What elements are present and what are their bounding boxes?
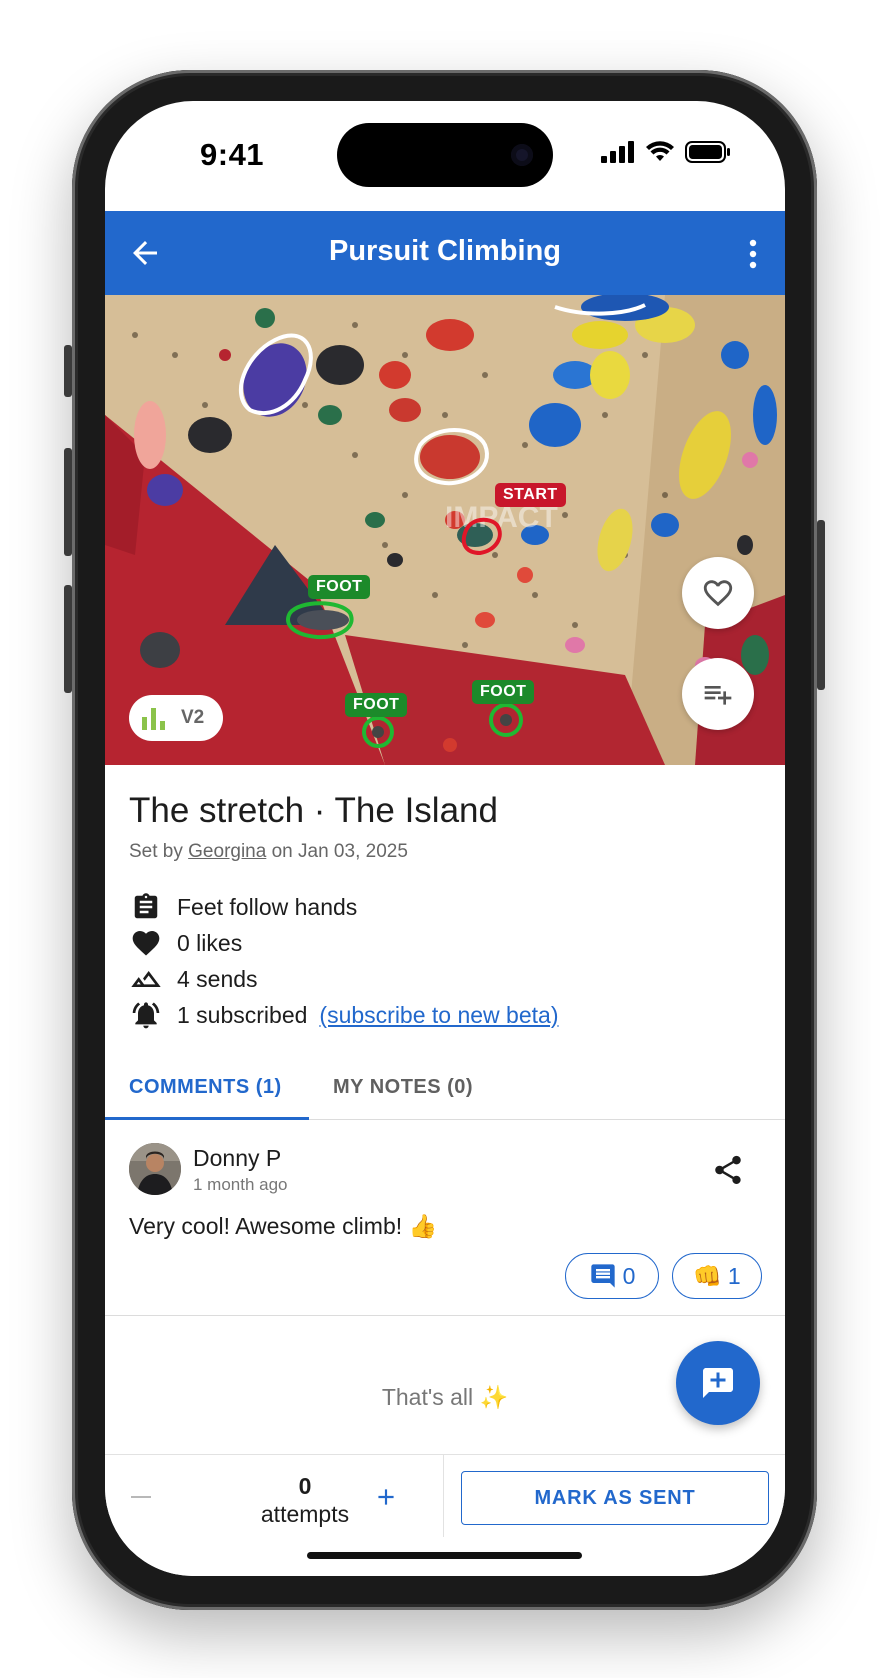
like-button[interactable] <box>682 557 754 629</box>
attempts-count: 0 <box>298 1473 312 1499</box>
subscribe-beta-link[interactable]: (subscribe to new beta) <box>319 1002 558 1029</box>
add-comment-icon <box>703 1368 733 1398</box>
more-vert-icon[interactable] <box>749 239 757 269</box>
set-by-prefix: Set by <box>129 841 183 862</box>
replies-count: 0 <box>622 1262 636 1289</box>
phone-power-button <box>817 520 825 690</box>
climb-title: The stretch · The Island <box>129 791 498 830</box>
heart-filled-icon <box>132 931 160 956</box>
dynamic-island <box>337 123 553 187</box>
app-title: Pursuit Climbing <box>329 235 561 267</box>
add-comment-button[interactable] <box>676 1341 760 1425</box>
climb-info: The stretch · The Island Set by Georgina… <box>129 791 769 1033</box>
signal-icon <box>601 141 634 163</box>
share-icon[interactable] <box>711 1153 745 1187</box>
active-tab-indicator <box>105 1117 309 1120</box>
start-hold-tag: START <box>495 483 566 507</box>
minus-icon[interactable] <box>129 1485 153 1509</box>
mountain-icon <box>131 971 161 987</box>
foot-hold-tag: FOOT <box>308 575 371 599</box>
fist-bump-button[interactable]: 👊 1 <box>672 1253 762 1299</box>
phone-silent-switch <box>64 345 72 397</box>
fact-rule: Feet follow hands <box>129 889 769 925</box>
heart-outline-icon <box>703 580 733 607</box>
fist-bump-icon: 👊 <box>693 1262 722 1289</box>
fist-bump-count: 1 <box>727 1262 741 1289</box>
bell-ring-icon <box>132 1002 160 1029</box>
attempts-label: attempts <box>260 1501 350 1527</box>
fact-likes: 0 likes <box>129 925 769 961</box>
app-bar: Pursuit Climbing <box>105 211 785 295</box>
comment-item: Donny P 1 month ago Very cool! Awesome c… <box>105 1121 785 1316</box>
status-bar: 9:41 <box>105 101 785 211</box>
set-date: on Jan 03, 2025 <box>271 841 408 862</box>
fact-sends-text: 4 sends <box>177 965 258 992</box>
status-icons <box>601 141 731 163</box>
foot-hold-tag: FOOT <box>472 680 535 704</box>
home-indicator[interactable] <box>307 1552 582 1559</box>
tab-my-notes[interactable]: MY NOTES (0) <box>333 1076 473 1099</box>
wifi-icon <box>646 141 674 161</box>
fact-subscribed: 1 subscribed (subscribe to new beta) <box>129 997 769 1033</box>
clipboard-icon <box>134 893 158 919</box>
set-by-line: Set by Georgina on Jan 03, 2025 <box>129 841 769 863</box>
comment-text: Very cool! Awesome climb! 👍 <box>129 1213 438 1239</box>
fact-subscribed-text: 1 subscribed <box>177 1001 308 1028</box>
comment-author[interactable]: Donny P <box>193 1145 281 1172</box>
comment-time: 1 month ago <box>193 1175 288 1194</box>
playlist-add-icon <box>704 686 732 705</box>
replies-button[interactable]: 0 <box>565 1253 659 1299</box>
camera-icon <box>511 144 533 166</box>
fact-sends: 4 sends <box>129 961 769 997</box>
grade-label: V2 <box>181 707 205 728</box>
setter-link[interactable]: Georgina <box>188 841 266 862</box>
fact-rule-text: Feet follow hands <box>177 893 358 920</box>
add-to-list-button[interactable] <box>682 658 754 730</box>
status-time: 9:41 <box>200 137 265 172</box>
avatar-image <box>129 1143 181 1195</box>
climb-photo[interactable]: IMPACT START FOOT FOOT FOOT V2 <box>105 295 785 765</box>
avatar[interactable] <box>129 1143 181 1195</box>
climb-facts: Feet follow hands 0 likes 4 sends 1 subs… <box>129 889 769 1033</box>
phone-screen: 9:41 Pursuit Climbing IMPACT START FOOT … <box>105 101 785 1576</box>
grade-chip[interactable]: V2 <box>129 695 223 741</box>
mark-as-sent-button[interactable]: MARK AS SENT <box>461 1471 769 1525</box>
phone-volume-up <box>64 448 72 556</box>
foot-hold-tag: FOOT <box>345 693 408 717</box>
plus-icon[interactable] <box>373 1484 399 1510</box>
phone-volume-down <box>64 585 72 693</box>
comment-icon <box>590 1264 615 1288</box>
battery-icon <box>685 141 730 163</box>
tab-comments[interactable]: COMMENTS (1) <box>129 1076 282 1099</box>
bar-chart-icon <box>142 708 165 730</box>
tab-bar: COMMENTS (1) MY NOTES (0) <box>105 1056 785 1120</box>
bottom-divider <box>443 1455 444 1537</box>
fact-likes-text: 0 likes <box>177 929 243 956</box>
